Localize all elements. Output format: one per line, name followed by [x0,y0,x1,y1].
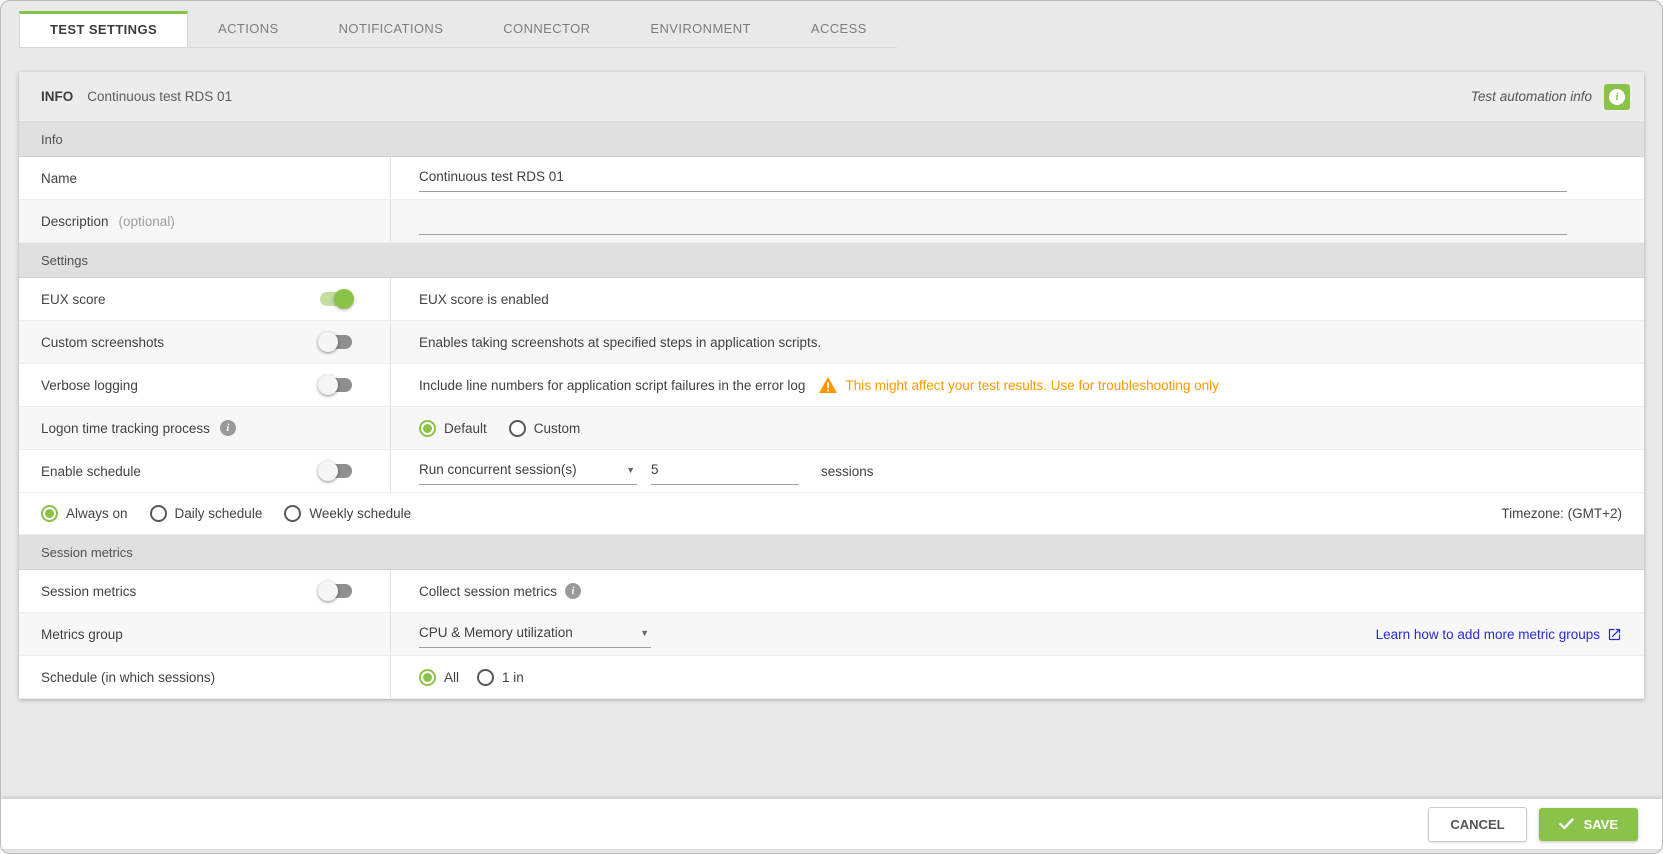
metric-groups-help-link[interactable]: Learn how to add more metric groups [1376,627,1622,642]
session-metrics-info-icon[interactable]: i [565,583,582,599]
warning-icon [819,377,838,393]
radio-all-sessions[interactable]: All [419,668,459,686]
section-header-session-metrics: Session metrics [19,535,1644,570]
metrics-group-select[interactable]: CPU & Memory utilization ▼ [419,620,651,648]
eux-score-label: EUX score [41,291,106,307]
row-eux-score: EUX score EUX score is enabled [19,278,1644,321]
radio-weekly-schedule[interactable]: Weekly schedule [284,505,411,522]
tab-environment[interactable]: ENVIRONMENT [620,11,780,47]
test-title: Continuous test RDS 01 [87,89,233,104]
description-input[interactable] [419,207,1567,235]
row-metrics-group: Metrics group CPU & Memory utilization ▼… [19,613,1644,656]
chevron-down-icon: ▼ [640,627,649,638]
custom-screenshots-description: Enables taking screenshots at specified … [419,334,822,350]
row-schedule-type: Always on Daily schedule Weekly schedule… [19,493,1644,535]
row-name: Name [19,157,1644,200]
session-count-input[interactable] [651,457,799,485]
tab-access[interactable]: ACCESS [781,11,897,47]
timezone-label: Timezone: (GMT+2) [1501,506,1622,521]
radio-daily-schedule[interactable]: Daily schedule [149,505,262,522]
footer-action-bar: CANCEL SAVE [1,799,1662,849]
logon-tracking-info-icon[interactable]: i [219,420,236,436]
radio-always-on[interactable]: Always on [41,505,128,522]
metrics-group-label: Metrics group [41,626,123,642]
test-automation-info-label: Test automation info [1470,89,1592,104]
radio-one-in-sessions[interactable]: 1 in [477,668,524,686]
eux-score-toggle[interactable] [318,289,354,309]
verbose-logging-label: Verbose logging [41,377,138,393]
tab-actions[interactable]: ACTIONS [188,11,309,47]
logon-tracking-label: Logon time tracking process [41,420,210,436]
row-schedule-sessions: Schedule (in which sessions) All 1 in [19,656,1644,699]
info-icon: i [1609,88,1625,105]
row-custom-screenshots: Custom screenshots Enables taking screen… [19,321,1644,364]
logon-tracking-radio-group: Default Custom [419,419,580,437]
chevron-down-icon: ▼ [626,464,635,475]
custom-screenshots-toggle[interactable] [318,332,354,352]
enable-schedule-label: Enable schedule [41,463,141,479]
description-label: Description (optional) [19,200,391,242]
enable-schedule-toggle[interactable] [318,461,354,481]
checkmark-icon [1558,818,1574,830]
concurrency-mode-select[interactable]: Run concurrent session(s) ▼ [419,457,637,485]
external-link-icon [1608,628,1621,640]
tab-bar: TEST SETTINGS ACTIONS NOTIFICATIONS CONN… [19,11,897,48]
session-metrics-description: Collect session metrics [419,583,558,599]
radio-default[interactable]: Default [419,419,487,437]
row-logon-tracking: Logon time tracking process i Default Cu… [19,407,1644,450]
sessions-suffix-label: sessions [821,463,874,479]
verbose-logging-description: Include line numbers for application scr… [419,377,806,393]
settings-panel: INFO Continuous test RDS 01 Test automat… [19,72,1644,699]
row-description: Description (optional) [19,200,1644,243]
cancel-button[interactable]: CANCEL [1428,806,1527,842]
verbose-logging-toggle[interactable] [318,375,354,395]
tab-test-settings[interactable]: TEST SETTINGS [19,11,189,47]
name-input[interactable] [419,164,1567,192]
tab-connector[interactable]: CONNECTOR [473,11,620,47]
eux-score-description: EUX score is enabled [419,291,549,307]
verbose-logging-warning: This might affect your test results. Use… [845,377,1219,393]
session-metrics-toggle[interactable] [318,581,354,601]
row-enable-schedule: Enable schedule Run concurrent session(s… [19,450,1644,493]
row-verbose-logging: Verbose logging Include line numbers for… [19,364,1644,407]
schedule-sessions-label: Schedule (in which sessions) [41,669,216,685]
info-header-bar: INFO Continuous test RDS 01 Test automat… [19,72,1644,122]
name-label: Name [19,157,391,199]
tab-notifications[interactable]: NOTIFICATIONS [309,11,474,47]
section-header-info: Info [19,122,1644,157]
test-automation-info-button[interactable]: i [1604,83,1630,110]
schedule-sessions-radio-group: All 1 in [419,668,524,686]
section-header-settings: Settings [19,243,1644,278]
session-metrics-label: Session metrics [41,583,137,599]
row-session-metrics: Session metrics Collect session metrics … [19,570,1644,613]
custom-screenshots-label: Custom screenshots [41,334,165,350]
info-tag: INFO [41,89,74,104]
optional-hint: (optional) [118,213,175,229]
save-button[interactable]: SAVE [1538,807,1638,841]
radio-custom[interactable]: Custom [508,419,580,437]
schedule-type-radio-group: Always on Daily schedule Weekly schedule [41,505,411,522]
test-settings-screen: TEST SETTINGS ACTIONS NOTIFICATIONS CONN… [0,0,1663,854]
